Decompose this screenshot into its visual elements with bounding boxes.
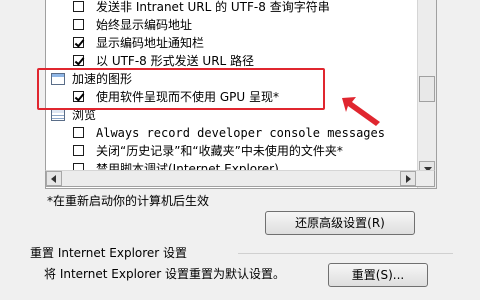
reset-group-description: 将 Internet Explorer 设置重置为默认设置。 bbox=[44, 267, 286, 281]
checkbox-encoded-notification[interactable] bbox=[73, 37, 84, 48]
reset-group-title: 重置 Internet Explorer 设置 bbox=[30, 246, 188, 260]
annotation-arrow-icon bbox=[342, 97, 380, 126]
option-label: 始终显示编码地址 bbox=[96, 18, 193, 32]
scroll-left-icon[interactable] bbox=[46, 171, 62, 186]
horizontal-scrollbar[interactable] bbox=[45, 170, 435, 187]
checkbox-utf8-url-path[interactable] bbox=[73, 55, 84, 66]
restart-note: *在重新启动你的计算机后生效 bbox=[47, 194, 210, 208]
browsing-category-icon bbox=[51, 109, 65, 121]
option-label: 关闭“历史记录”和“收藏夹”中未使用的文件夹* bbox=[96, 144, 343, 158]
highlight-box bbox=[37, 68, 325, 110]
checkbox-always-show-encoded[interactable] bbox=[73, 19, 84, 30]
scroll-right-icon[interactable] bbox=[400, 171, 416, 186]
checkbox-utf8-query[interactable] bbox=[73, 1, 84, 12]
option-label: 显示编码地址通知栏 bbox=[96, 36, 205, 50]
checkbox-close-unused-folders[interactable] bbox=[73, 145, 84, 156]
restore-advanced-settings-button[interactable]: 还原高级设置(R) bbox=[265, 211, 415, 235]
vertical-scrollbar[interactable] bbox=[417, 0, 436, 188]
checkbox-developer-console[interactable] bbox=[73, 127, 84, 138]
option-label: 发送非 Intranet URL 的 UTF-8 查询字符串 bbox=[96, 0, 330, 14]
scrollbar-thumb[interactable] bbox=[419, 76, 435, 102]
group-divider bbox=[238, 253, 453, 254]
reset-button[interactable]: 重置(S)... bbox=[328, 263, 428, 287]
